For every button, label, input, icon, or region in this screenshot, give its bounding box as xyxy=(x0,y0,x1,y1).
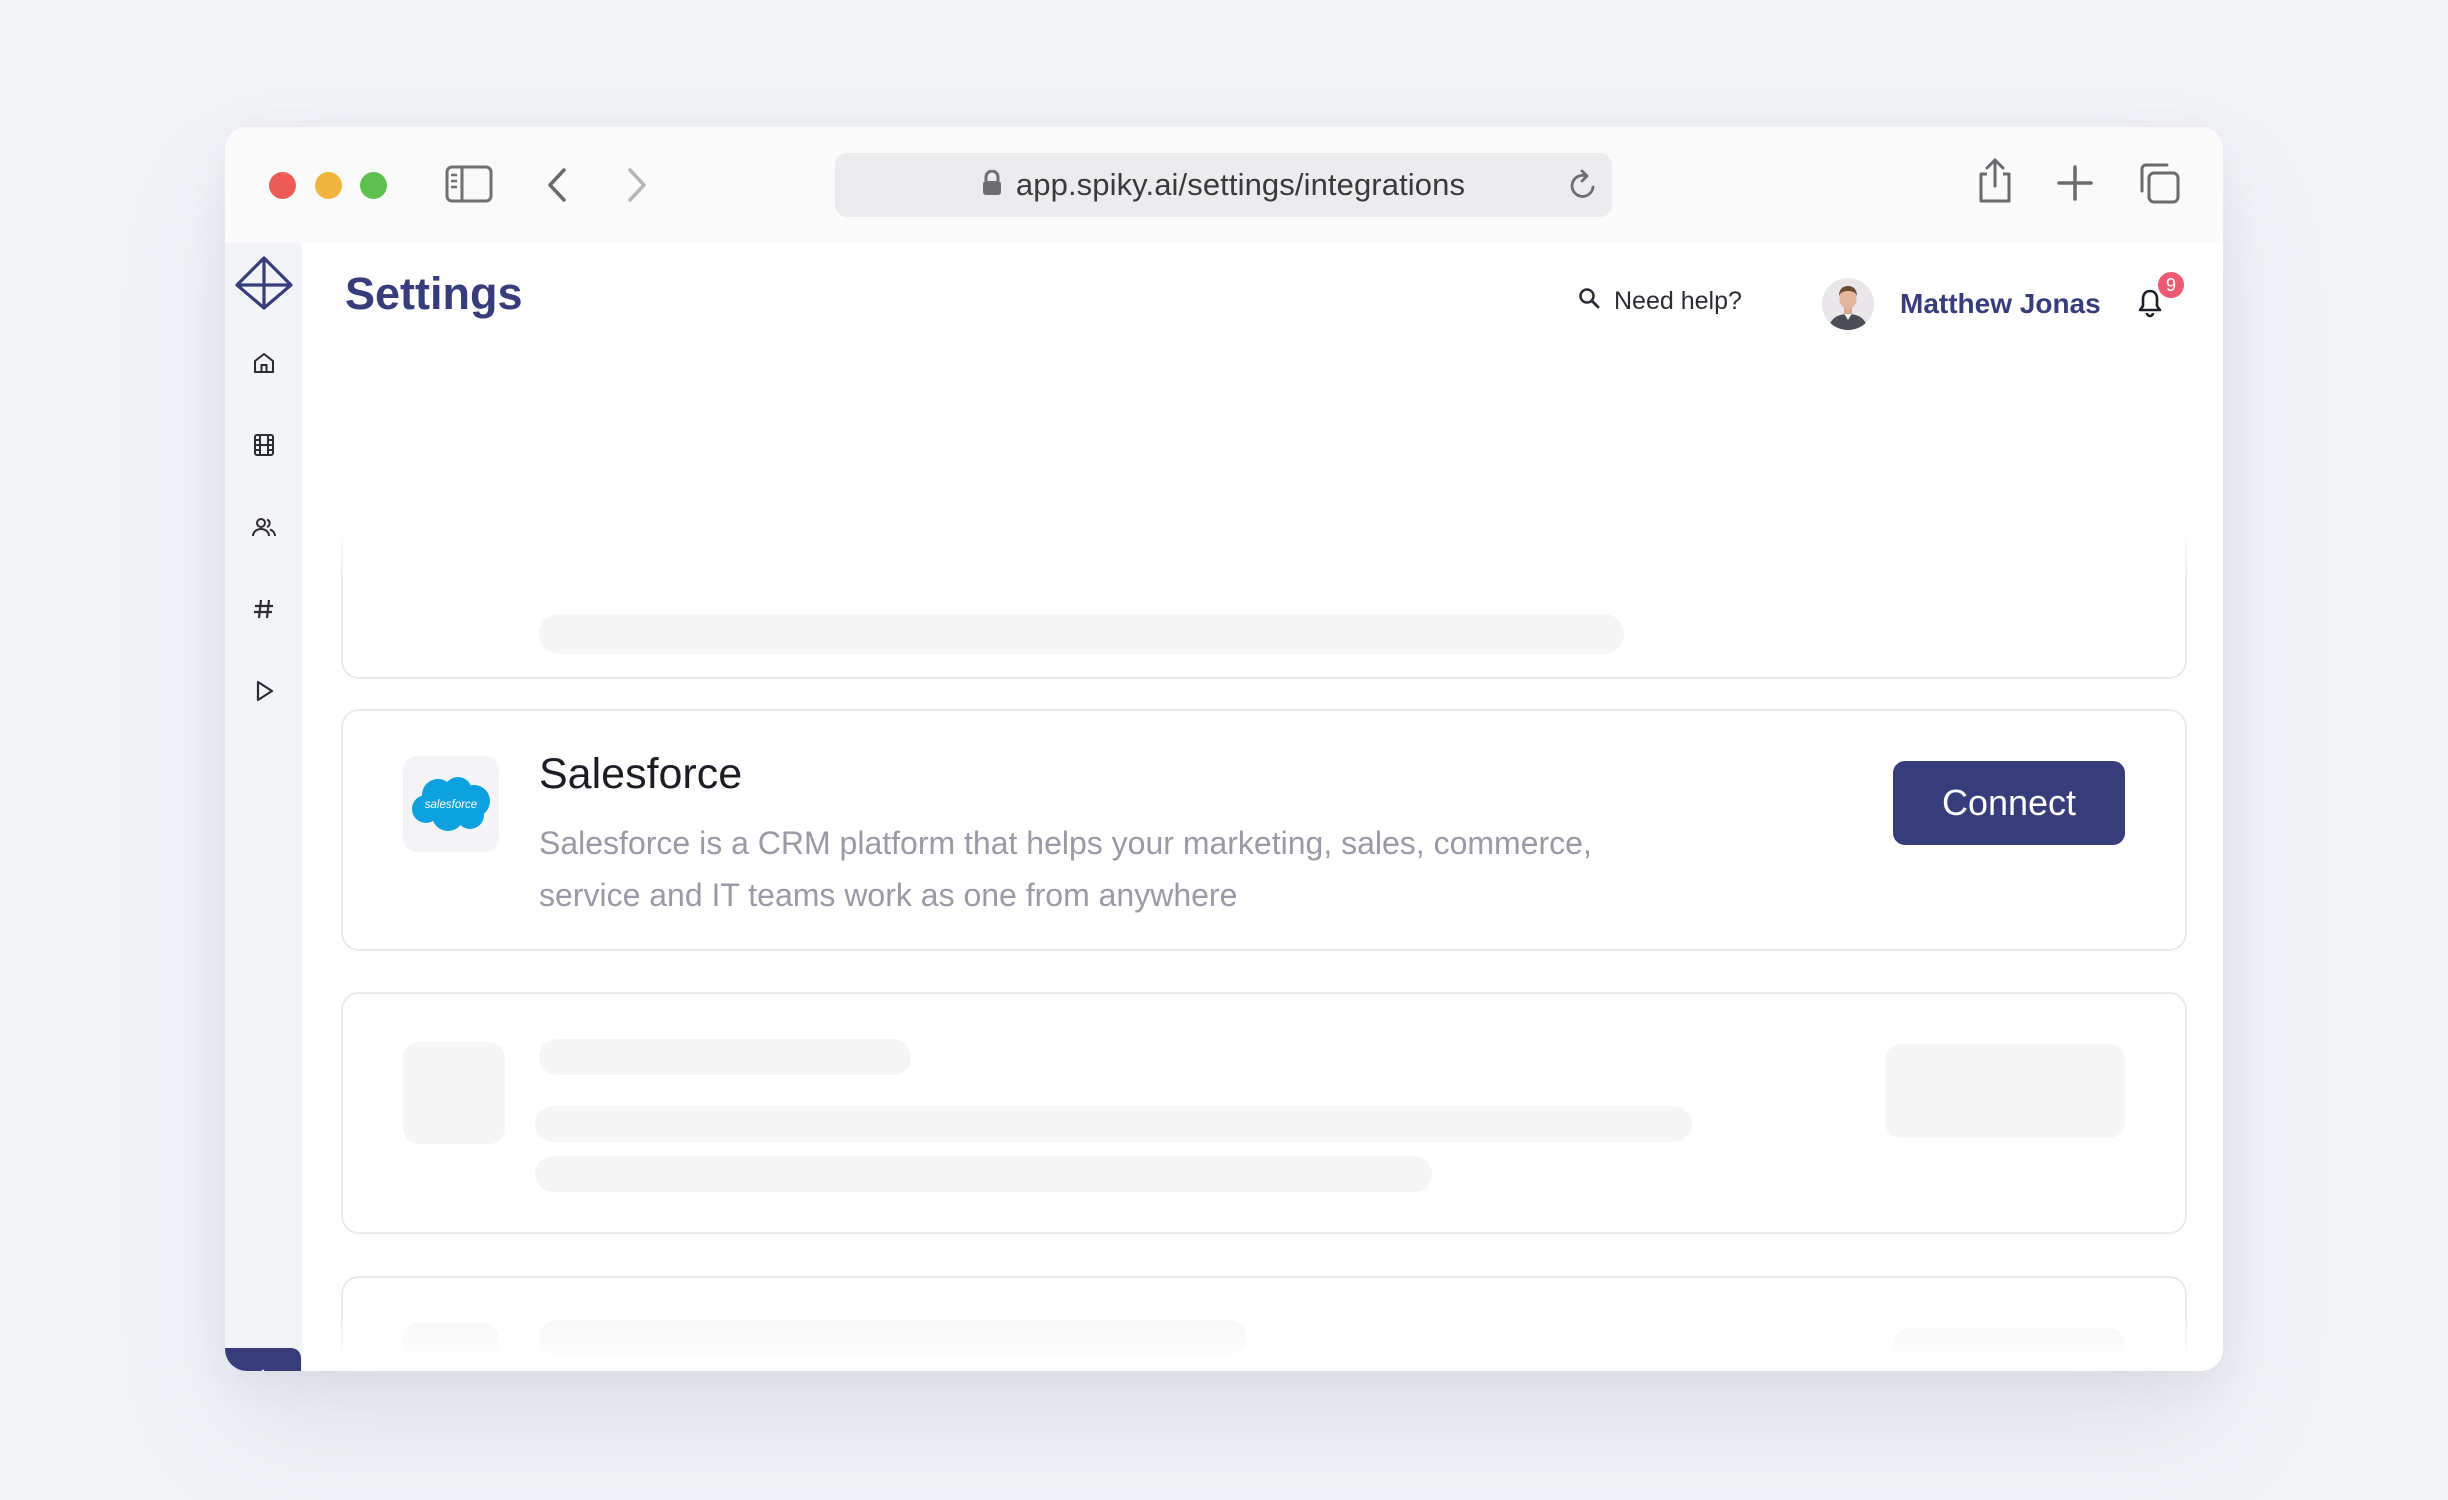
new-tab-icon[interactable] xyxy=(2057,165,2093,201)
skeleton-logo xyxy=(403,1323,499,1371)
reload-icon[interactable] xyxy=(1568,169,1598,206)
minimize-window-button[interactable] xyxy=(315,172,342,199)
integration-card-salesforce: salesforce Salesforce Salesforce is a CR… xyxy=(341,709,2187,951)
play-icon[interactable] xyxy=(225,657,302,725)
close-window-button[interactable] xyxy=(269,172,296,199)
tabs-overview-icon[interactable] xyxy=(2137,161,2181,205)
skeleton-title xyxy=(539,1320,1247,1356)
skeleton-button xyxy=(1893,1328,2125,1371)
browser-window: app.spiky.ai/settings/integrations Setti… xyxy=(225,127,2223,1371)
integration-card-loading xyxy=(341,1276,2187,1371)
notification-badge: 9 xyxy=(2155,269,2187,301)
search-icon xyxy=(1578,287,1600,316)
gear-icon xyxy=(251,1368,275,1371)
share-icon[interactable] xyxy=(1975,157,2015,205)
salesforce-logo-text: salesforce xyxy=(425,799,477,811)
home-icon[interactable] xyxy=(225,329,302,397)
avatar[interactable] xyxy=(1822,278,1874,330)
back-icon[interactable] xyxy=(545,167,569,203)
need-help-label: Need help? xyxy=(1614,287,1742,315)
film-icon[interactable] xyxy=(225,411,302,479)
skeleton-button xyxy=(1885,1044,2125,1138)
connect-button[interactable]: Connect xyxy=(1893,761,2125,845)
forward-icon[interactable] xyxy=(625,167,649,203)
app-sidebar xyxy=(225,243,302,1371)
skeleton-logo xyxy=(403,1042,505,1144)
hashtag-icon[interactable] xyxy=(225,575,302,643)
skeleton-line xyxy=(535,1156,1432,1192)
skeleton-title xyxy=(539,1039,911,1075)
salesforce-logo: salesforce xyxy=(403,756,499,852)
url-text: app.spiky.ai/settings/integrations xyxy=(1015,167,1466,202)
lock-icon xyxy=(982,169,1002,201)
spiky-logo-icon[interactable] xyxy=(225,249,302,317)
users-icon[interactable] xyxy=(225,493,302,561)
skeleton-line xyxy=(539,614,1624,654)
browser-toolbar: app.spiky.ai/settings/integrations xyxy=(225,127,2223,243)
integration-description: Salesforce is a CRM platform that helps … xyxy=(539,825,1592,913)
skeleton-line xyxy=(535,1106,1692,1142)
settings-nav-button[interactable] xyxy=(225,1348,301,1371)
need-help-link[interactable]: Need help? xyxy=(1578,287,1742,316)
integration-card-loading xyxy=(341,992,2187,1234)
integrations-list[interactable]: salesforce Salesforce Salesforce is a CR… xyxy=(302,537,2223,1371)
page-title: Settings xyxy=(345,268,523,319)
user-name[interactable]: Matthew Jonas xyxy=(1900,288,2101,320)
address-bar[interactable]: app.spiky.ai/settings/integrations xyxy=(835,153,1612,217)
integration-card-loading xyxy=(341,537,2187,679)
integration-name: Salesforce xyxy=(539,750,743,798)
sidebar-toggle-icon[interactable] xyxy=(445,165,493,203)
maximize-window-button[interactable] xyxy=(360,172,387,199)
